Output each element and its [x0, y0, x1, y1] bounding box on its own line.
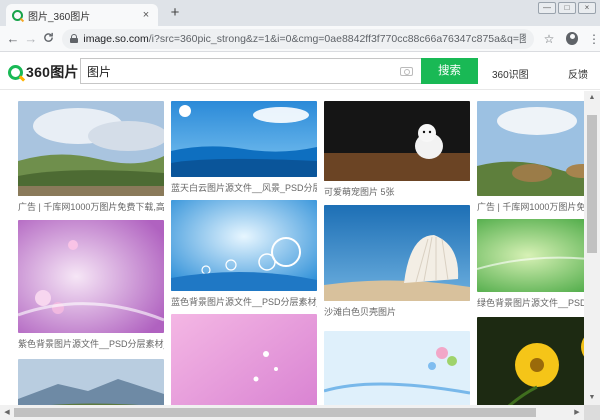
reload-icon[interactable] [40, 31, 58, 46]
forward-icon[interactable]: → [22, 31, 40, 46]
result-card[interactable]: 蓝色背景图片源文件__PSD分层素材_PS... [171, 200, 317, 308]
puppy-image[interactable] [324, 101, 470, 181]
tab-title: 图片_360图片 [28, 11, 91, 23]
mountain-image[interactable] [18, 359, 164, 405]
horizontal-scrollbar[interactable]: ◀ ▶ [0, 405, 584, 420]
seashell-image[interactable] [324, 205, 470, 301]
result-card[interactable]: 广告 | 千库网1000万图片免费下载,高... [18, 101, 168, 213]
back-icon[interactable]: ← [4, 31, 22, 46]
result-caption[interactable]: 广告 | 千库网1000万图片免费下载,高... [18, 201, 164, 213]
vertical-scrollbar[interactable]: ▲ ▼ [584, 91, 600, 405]
blue-bubbles-image[interactable] [171, 200, 317, 291]
horizontal-scroll-thumb[interactable] [14, 408, 536, 417]
scroll-left-icon[interactable]: ◀ [0, 405, 14, 420]
result-card[interactable] [18, 359, 164, 405]
browser-toolbar: ← → image.so.com/i?src=360pic_strong&z=1… [0, 26, 600, 52]
vertical-scroll-thumb[interactable] [587, 115, 597, 253]
result-card[interactable]: 可爱萌宠图片 5张 [324, 101, 470, 198]
browser-tab[interactable]: 图片_360图片 × [6, 4, 158, 26]
close-window-button[interactable]: × [578, 2, 596, 14]
window-controls: — □ × [538, 2, 596, 14]
result-caption[interactable]: 蓝色背景图片源文件__PSD分层素材_PS... [171, 296, 317, 308]
result-caption[interactable]: 蓝天白云图片源文件__风景_PSD分层素... [171, 182, 317, 194]
result-card[interactable]: 蓝天白云图片源文件__风景_PSD分层素... [171, 101, 317, 194]
result-card[interactable] [477, 317, 584, 405]
site-header: 360图片 搜索 360识图 反馈 [0, 52, 600, 90]
result-card[interactable] [323, 331, 471, 405]
landscape-image[interactable] [18, 101, 168, 196]
search-button[interactable]: 搜索 [421, 58, 478, 84]
new-tab-button[interactable]: + [168, 5, 182, 20]
scroll-down-icon[interactable]: ▼ [584, 391, 600, 405]
result-card[interactable] [171, 314, 317, 405]
result-caption[interactable]: 紫色背景图片源文件__PSD分层素材_PS... [18, 338, 164, 350]
browser-menu-icon[interactable]: ⋮ [588, 32, 600, 46]
bookmark-star-icon[interactable]: ☆ [544, 32, 555, 46]
browser-tab-strip: 图片_360图片 × + — □ × [0, 0, 600, 26]
yellow-flower-image[interactable] [477, 317, 584, 405]
pink-background-image[interactable] [171, 314, 317, 405]
close-tab-icon[interactable]: × [140, 9, 152, 21]
result-caption[interactable]: 绿色背景图片源文件__PSD分层素材_PS... [477, 297, 584, 309]
sky-sea-image[interactable] [171, 101, 317, 177]
result-card[interactable]: 绿色背景图片源文件__PSD分层素材_PS... [476, 219, 584, 309]
minimize-button[interactable]: — [538, 2, 556, 14]
image-recognition-link[interactable]: 360识图 [492, 66, 529, 81]
site-logo[interactable]: 360图片 [8, 62, 79, 82]
logo-text: 360图片 [26, 64, 79, 80]
purple-background-image[interactable] [17, 220, 165, 333]
balloons-image[interactable] [323, 331, 471, 405]
profile-avatar-icon[interactable] [566, 32, 578, 45]
lock-icon[interactable] [69, 34, 78, 43]
logo-icon [8, 64, 23, 80]
result-caption[interactable]: 广告 | 千库网1000万图片免费下载,高... [477, 201, 584, 213]
maximize-button[interactable]: □ [558, 2, 576, 14]
hills-image[interactable] [477, 101, 584, 196]
result-card[interactable]: 广告 | 千库网1000万图片免费下载,高... [477, 101, 584, 213]
result-card[interactable]: 沙滩白色贝壳图片 [324, 205, 470, 318]
camera-icon[interactable] [400, 67, 413, 76]
scroll-right-icon[interactable]: ▶ [570, 405, 584, 420]
green-background-image[interactable] [476, 219, 584, 292]
url-text: image.so.com/i?src=360pic_strong&z=1&i=0… [83, 33, 526, 45]
search-box [80, 58, 421, 84]
favicon-icon [12, 9, 23, 21]
scrollbar-corner [584, 405, 600, 420]
feedback-link[interactable]: 反馈 [568, 66, 588, 81]
address-bar[interactable]: image.so.com/i?src=360pic_strong&z=1&i=0… [61, 28, 534, 49]
result-caption[interactable]: 沙滩白色贝壳图片 [324, 306, 470, 318]
result-card[interactable]: 紫色背景图片源文件__PSD分层素材_PS... [17, 220, 165, 350]
image-results-grid: 广告 | 千库网1000万图片免费下载,高... 紫色背景图片源文件__PSD分… [0, 91, 584, 405]
search-input[interactable] [87, 64, 387, 78]
scroll-up-icon[interactable]: ▲ [584, 91, 600, 105]
result-caption[interactable]: 可爱萌宠图片 5张 [324, 186, 470, 198]
